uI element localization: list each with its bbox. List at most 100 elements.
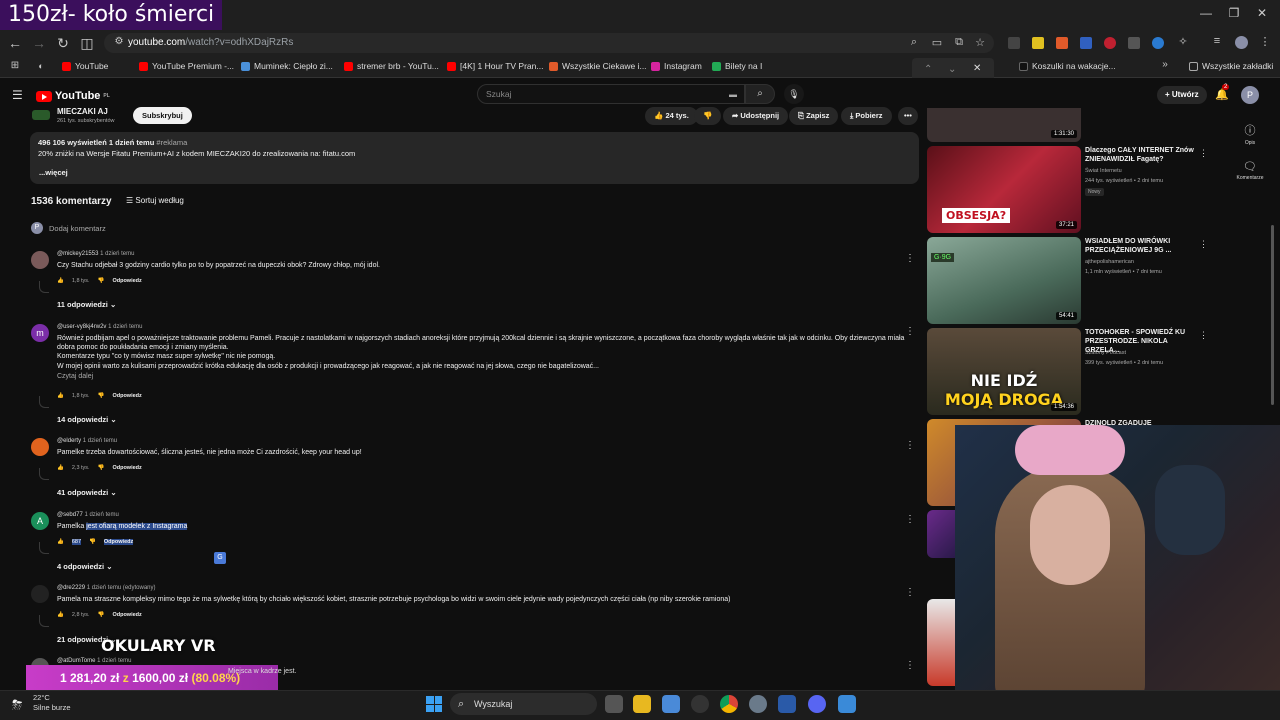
commenter-avatar[interactable]: A: [31, 512, 49, 530]
show-replies-button[interactable]: 14 odpowiedzi ⌄: [57, 415, 117, 424]
create-button[interactable]: + Utwórz: [1157, 86, 1207, 104]
account-avatar[interactable]: P: [1241, 86, 1259, 104]
bookmark-item[interactable]: YouTube Premium -...: [139, 61, 234, 71]
app-icon[interactable]: [691, 695, 709, 713]
bookmark-item[interactable]: YouTube: [62, 61, 108, 71]
rail-comments[interactable]: 🗨 Komentarze: [1232, 160, 1268, 181]
discord-icon[interactable]: [808, 695, 826, 713]
extension-icon[interactable]: [1056, 37, 1068, 49]
search-button[interactable]: ⌕: [745, 84, 775, 104]
comment-menu-icon[interactable]: ⋮: [905, 514, 915, 525]
show-replies-button[interactable]: 4 odpowiedzi ⌄: [57, 562, 112, 571]
mic-button[interactable]: 🎙: [784, 84, 804, 104]
video-thumbnail[interactable]: [927, 510, 955, 558]
thumbs-down-icon[interactable]: 👎: [98, 278, 105, 284]
sidebar-icon[interactable]: ◫: [78, 35, 96, 52]
thumbs-down-icon[interactable]: 👎: [89, 539, 96, 545]
install-icon[interactable]: ⧉: [950, 36, 968, 49]
video-title[interactable]: WSIADŁEM DO WIRÓWKI PRZECIĄŻENIOWEJ 9G .…: [1085, 237, 1197, 255]
hamburger-icon[interactable]: ☰: [12, 88, 23, 102]
save-button[interactable]: ⎘ Zapisz: [789, 107, 839, 125]
video-title[interactable]: Dlaczego CAŁY INTERNET Znów ZNIENAWIDZIŁ…: [1085, 146, 1197, 164]
extension-icon[interactable]: [1104, 37, 1116, 49]
video-description[interactable]: 496 106 wyświetleń 1 dzień temu #reklama…: [30, 132, 919, 184]
extension-icon[interactable]: [1152, 37, 1164, 49]
video-thumbnail[interactable]: 1:31:30: [927, 108, 1081, 142]
video-channel[interactable]: Szalony Podcast: [1085, 350, 1126, 356]
reply-button[interactable]: Odpowiedz: [112, 393, 141, 399]
chevron-down-icon[interactable]: ⌄: [948, 64, 956, 75]
notepad-icon[interactable]: [838, 695, 856, 713]
thumbs-up-icon[interactable]: 👍: [57, 539, 64, 545]
add-comment-input[interactable]: P Dodaj komentarz: [31, 222, 106, 234]
search-input[interactable]: Szukaj: [477, 84, 745, 104]
comment-menu-icon[interactable]: ⋮: [905, 326, 915, 337]
commenter-avatar[interactable]: [31, 251, 49, 269]
extension-icon[interactable]: [1032, 37, 1044, 49]
share-button[interactable]: ➦ Udostępnij: [723, 107, 789, 125]
commenter-avatar[interactable]: [31, 585, 49, 603]
close-window-icon[interactable]: ✕: [1252, 6, 1272, 20]
bookmark-item[interactable]: Wszystkie Ciekawe i...: [549, 61, 647, 71]
apps-icon[interactable]: ⊞: [6, 60, 24, 71]
chevron-up-icon[interactable]: ⌃: [924, 64, 932, 75]
app-icon[interactable]: [778, 695, 796, 713]
comment-menu-icon[interactable]: ⋮: [905, 660, 915, 671]
video-menu-icon[interactable]: ⋮: [1199, 239, 1208, 250]
comment-menu-icon[interactable]: ⋮: [905, 587, 915, 598]
channel-avatar[interactable]: [32, 110, 50, 120]
chrome-icon[interactable]: [720, 695, 738, 713]
video-menu-icon[interactable]: ⋮: [1199, 330, 1208, 341]
more-actions-button[interactable]: •••: [898, 107, 918, 125]
youtube-logo[interactable]: YouTube PL: [36, 90, 110, 102]
bookmark-item[interactable]: Bilety na I: [712, 61, 762, 71]
sort-button[interactable]: ☰ Sortuj według: [126, 196, 184, 205]
recommended-video[interactable]: 1:31:30: [927, 108, 1267, 142]
weather-icon[interactable]: ⛈: [12, 697, 22, 713]
scrollbar[interactable]: [1271, 225, 1274, 405]
reply-button[interactable]: Odpowiedz: [112, 278, 141, 284]
commenter-avatar[interactable]: [31, 438, 49, 456]
video-channel[interactable]: ajthepolishamerican: [1085, 259, 1134, 265]
video-thumbnail[interactable]: [927, 599, 955, 686]
reply-button[interactable]: Odpowiedz: [103, 539, 134, 545]
address-bar[interactable]: youtube.com/watch?v=odhXDajRzRs: [104, 33, 994, 53]
settings-icon[interactable]: [749, 695, 767, 713]
thumbs-down-icon[interactable]: 👎: [98, 393, 105, 399]
bookmark-item[interactable]: [4K] 1 Hour TV Pran...: [447, 61, 543, 71]
video-thumbnail[interactable]: G·9G 54:41: [927, 237, 1081, 324]
video-menu-icon[interactable]: ⋮: [1199, 148, 1208, 159]
reply-button[interactable]: Odpowiedz: [112, 465, 141, 471]
video-thumbnail[interactable]: OBSESJA? 37:21: [927, 146, 1081, 233]
channel-name[interactable]: MIECZAKI AJ: [57, 107, 108, 115]
site-info-icon[interactable]: ⚙: [110, 36, 128, 47]
translate-icon[interactable]: G: [214, 552, 226, 564]
file-explorer-icon[interactable]: [633, 695, 651, 713]
video-thumbnail[interactable]: NIE IDŹ MOJĄ DROGĄ 1:54:36: [927, 328, 1081, 415]
bookmark-item[interactable]: Instagram: [651, 61, 702, 71]
taskbar-search[interactable]: ⌕ Wyszukaj: [450, 693, 597, 715]
thumbs-up-icon[interactable]: 👍: [57, 393, 64, 399]
download-button[interactable]: ⤓ Pobierz: [841, 107, 892, 125]
close-icon[interactable]: ✕: [973, 63, 981, 74]
dislike-button[interactable]: 👎: [694, 107, 722, 125]
back-icon[interactable]: ←: [6, 35, 24, 51]
show-replies-button[interactable]: 11 odpowiedzi ⌄: [57, 300, 116, 309]
show-replies-button[interactable]: 41 odpowiedzi ⌄: [57, 488, 117, 497]
show-more-link[interactable]: ...więcej: [39, 168, 68, 177]
bookmark-favicon-icon[interactable]: ◐: [32, 61, 50, 71]
start-button[interactable]: [426, 696, 442, 712]
menu-icon[interactable]: ⋮: [1256, 35, 1274, 48]
reply-button[interactable]: Odpowiedz: [112, 612, 141, 618]
extension-icon[interactable]: [1008, 37, 1020, 49]
subscribe-button[interactable]: Subskrybuj: [133, 107, 192, 124]
bookmark-item[interactable]: stremer brb - YouTu...: [344, 61, 439, 71]
profile-icon[interactable]: [1235, 36, 1248, 49]
reload-icon[interactable]: ↻: [54, 35, 72, 52]
thumbs-down-icon[interactable]: 👎: [98, 612, 105, 618]
rail-description[interactable]: ⓘ Opis: [1232, 122, 1268, 146]
extension-icon[interactable]: [1080, 37, 1092, 49]
notifications-button[interactable]: 🔔 2: [1215, 84, 1230, 101]
comment-menu-icon[interactable]: ⋮: [905, 440, 915, 451]
keyboard-icon[interactable]: ▬: [729, 90, 737, 99]
